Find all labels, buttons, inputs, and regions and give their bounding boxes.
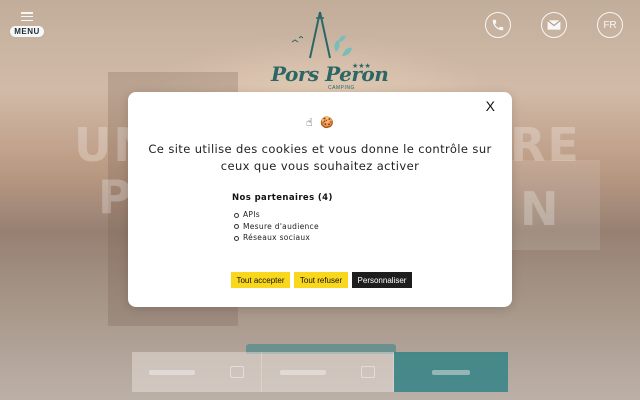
refuse-all-button[interactable]: Tout refuser [294, 272, 348, 288]
partner-item: Mesure d'audience [232, 221, 333, 233]
close-button[interactable]: X [486, 98, 495, 114]
partners-list: APIs Mesure d'audience Réseaux sociaux [232, 209, 333, 244]
cookie-message: Ce site utilise des cookies et vous donn… [148, 142, 492, 173]
cookie-consent-dialog: X ☝ 🍪 Ce site utilise des cookies et vou… [128, 92, 512, 307]
customize-button[interactable]: Personnaliser [352, 272, 412, 288]
partners-section: Nos partenaires (4) APIs Mesure d'audien… [232, 193, 333, 244]
cookie-icon: 🍪 [320, 116, 334, 129]
cookie-icons: ☝ 🍪 [128, 116, 512, 129]
accept-all-button[interactable]: Tout accepter [231, 272, 290, 288]
pointing-hand-icon: ☝ [306, 116, 313, 129]
partner-item: Réseaux sociaux [232, 232, 333, 244]
partner-item: APIs [232, 209, 333, 221]
partners-title: Nos partenaires (4) [232, 193, 333, 203]
